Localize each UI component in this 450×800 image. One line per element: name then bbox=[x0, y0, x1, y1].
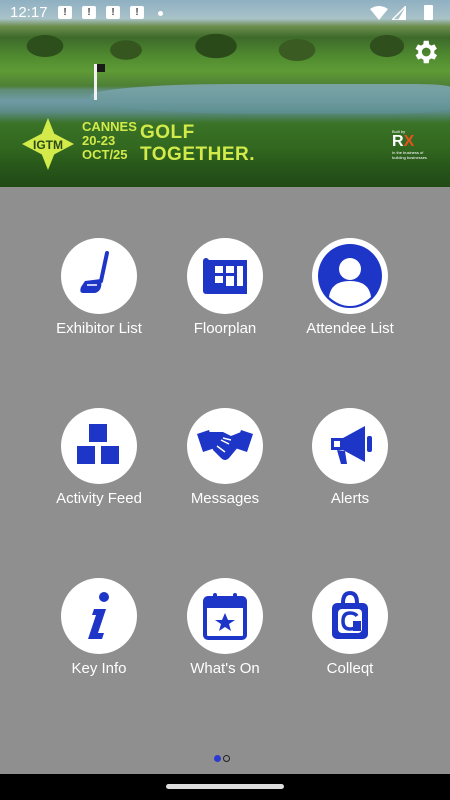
tile-label: Floorplan bbox=[193, 320, 257, 337]
calendar-star-icon bbox=[203, 593, 247, 640]
tile-label: Exhibitor List bbox=[56, 320, 142, 337]
tile-label: Attendee List bbox=[306, 320, 394, 337]
tagline-line2: TOGETHER. bbox=[140, 144, 255, 165]
more-notifications-icon bbox=[158, 11, 163, 16]
tile-alerts[interactable]: Alerts bbox=[287, 408, 413, 507]
rx-logo-x: X bbox=[403, 133, 415, 150]
rx-logo: Built by RX In the business of building … bbox=[392, 129, 436, 160]
golf-club-icon bbox=[80, 251, 109, 293]
tile-label: What's On bbox=[190, 660, 260, 677]
tile-icon-circle[interactable] bbox=[312, 578, 388, 654]
colleqt-bag-icon bbox=[332, 590, 368, 639]
tile-icon-circle[interactable] bbox=[187, 578, 263, 654]
tile-messages[interactable]: Messages bbox=[162, 408, 288, 507]
tile-whats-on[interactable]: What's On bbox=[162, 578, 288, 677]
notification-icon: ! bbox=[130, 6, 144, 19]
notification-icon: ! bbox=[58, 6, 72, 19]
page-indicator bbox=[214, 755, 238, 764]
tile-label: Messages bbox=[190, 490, 260, 507]
tile-label: Key Info bbox=[71, 660, 127, 677]
battery-icon bbox=[424, 5, 433, 20]
notification-icon: ! bbox=[106, 6, 120, 19]
home-gesture-handle[interactable] bbox=[166, 784, 284, 789]
tile-attendee-list[interactable]: Attendee List bbox=[287, 238, 413, 337]
rx-logo-mark: RX bbox=[392, 134, 436, 150]
tile-icon-circle[interactable] bbox=[61, 238, 137, 314]
menu-grid: Exhibitor List Floorplan Attendee List A… bbox=[0, 187, 450, 774]
event-tagline: GOLF TOGETHER. bbox=[140, 122, 255, 166]
rx-tagline: In the business of building businesses bbox=[392, 150, 427, 160]
banner-trees bbox=[0, 22, 450, 62]
event-dates-month: OCT/25 bbox=[82, 147, 128, 162]
info-icon bbox=[88, 592, 109, 639]
event-city: CANNES bbox=[82, 119, 137, 134]
event-dates: CANNES 20-23 OCT/25 bbox=[82, 120, 137, 162]
signal-icon bbox=[392, 6, 406, 20]
tagline-line1: GOLF bbox=[140, 122, 195, 143]
status-bar: 12:17 ! ! ! ! bbox=[0, 0, 450, 26]
tile-icon-circle[interactable] bbox=[312, 408, 388, 484]
tile-floorplan[interactable]: Floorplan bbox=[162, 238, 288, 337]
floorplan-icon bbox=[203, 258, 247, 294]
golf-flag-icon bbox=[94, 64, 105, 100]
event-dates-days: 20-23 bbox=[82, 133, 116, 148]
person-icon bbox=[318, 244, 382, 308]
megaphone-icon bbox=[331, 426, 372, 464]
gear-icon[interactable] bbox=[410, 37, 440, 67]
rx-logo-r: R bbox=[392, 133, 404, 150]
tile-icon-circle[interactable] bbox=[61, 408, 137, 484]
status-time: 12:17 bbox=[10, 4, 48, 21]
tile-icon-circle[interactable] bbox=[187, 408, 263, 484]
igtm-logo-text: IGTM bbox=[33, 137, 63, 152]
tile-colleqt[interactable]: Colleqt bbox=[287, 578, 413, 677]
event-banner: 12:17 ! ! ! ! IGTM CANNES 20-23 OCT/25 G… bbox=[0, 0, 450, 187]
wifi-icon bbox=[370, 6, 388, 20]
tile-label: Activity Feed bbox=[56, 490, 142, 507]
tile-icon-circle[interactable] bbox=[312, 238, 388, 314]
notification-icon: ! bbox=[82, 6, 96, 19]
tile-exhibitor-list[interactable]: Exhibitor List bbox=[36, 238, 162, 337]
tile-activity-feed[interactable]: Activity Feed bbox=[36, 408, 162, 507]
tile-icon-circle[interactable] bbox=[187, 238, 263, 314]
tile-icon-circle[interactable] bbox=[61, 578, 137, 654]
boxes-icon bbox=[75, 422, 121, 466]
page-dot[interactable] bbox=[223, 755, 230, 762]
tile-label: Alerts bbox=[330, 490, 370, 507]
system-navigation-bar bbox=[0, 774, 450, 800]
page-dot-active[interactable] bbox=[214, 755, 221, 762]
handshake-icon bbox=[197, 430, 253, 460]
tile-label: Colleqt bbox=[326, 660, 374, 677]
tile-key-info[interactable]: Key Info bbox=[36, 578, 162, 677]
